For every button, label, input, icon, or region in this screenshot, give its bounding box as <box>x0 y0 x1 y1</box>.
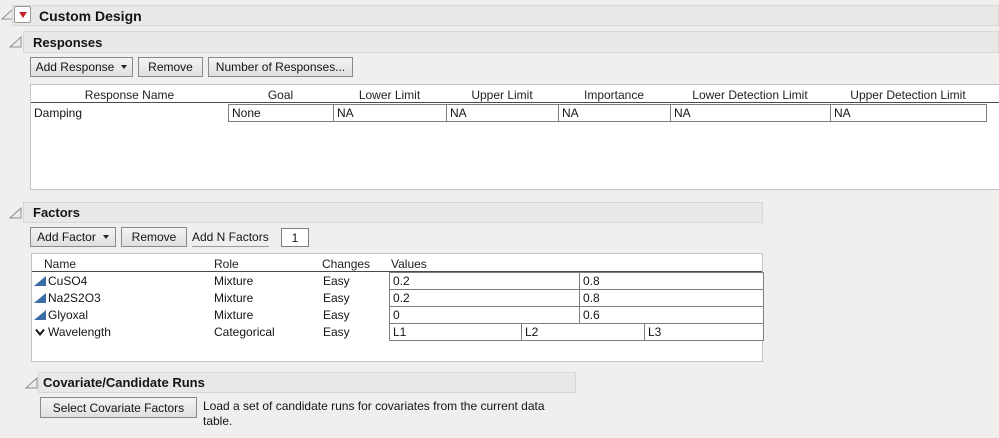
add-n-factors-input[interactable]: 1 <box>281 228 309 247</box>
factors-header-bar: Factors <box>23 202 763 223</box>
goal-cell[interactable]: None <box>228 104 334 122</box>
categorical-factor-icon <box>34 327 46 337</box>
continuous-factor-icon <box>34 310 46 320</box>
factor-value-cell[interactable]: 0.6 <box>579 306 764 324</box>
factor-changes[interactable]: Easy <box>323 308 350 322</box>
upper-limit-cell[interactable]: NA <box>446 104 559 122</box>
responses-header-bar: Responses <box>23 31 999 53</box>
remove-factor-button[interactable]: Remove <box>121 227 187 247</box>
add-response-label: Add Response <box>36 60 115 74</box>
factor-role[interactable]: Mixture <box>214 308 253 322</box>
col-header-changes: Changes <box>322 257 370 271</box>
factor-role[interactable]: Categorical <box>214 325 275 339</box>
number-of-responses-label: Number of Responses... <box>216 60 345 74</box>
lower-detection-limit-cell[interactable]: NA <box>670 104 831 122</box>
factors-table: Name Role Changes Values CuSO4 Mixture E… <box>31 253 763 362</box>
covariate-title: Covariate/Candidate Runs <box>43 375 205 390</box>
factor-name[interactable]: Na2S2O3 <box>48 291 101 305</box>
factor-value-cell[interactable]: 0.2 <box>389 289 580 307</box>
col-header-lower-limit: Lower Limit <box>333 88 446 102</box>
responses-title: Responses <box>33 35 102 50</box>
disclosure-triangle-icon[interactable] <box>9 36 22 48</box>
factor-value-cell[interactable]: 0.2 <box>389 272 580 290</box>
factor-changes[interactable]: Easy <box>323 274 350 288</box>
factor-changes[interactable]: Easy <box>323 325 350 339</box>
remove-response-label: Remove <box>148 60 193 74</box>
covariate-header-bar: Covariate/Candidate Runs <box>38 372 576 393</box>
dropdown-arrow-icon <box>103 235 109 239</box>
header-divider <box>31 102 999 103</box>
add-factor-button[interactable]: Add Factor <box>30 227 116 247</box>
red-triangle-menu-icon <box>19 12 27 18</box>
page-title: Custom Design <box>39 8 142 24</box>
number-of-responses-button[interactable]: Number of Responses... <box>208 57 353 77</box>
factor-changes[interactable]: Easy <box>323 291 350 305</box>
factors-title: Factors <box>33 205 80 220</box>
col-header-values: Values <box>391 257 427 271</box>
col-header-name: Name <box>44 257 76 271</box>
factor-value-cell[interactable]: 0.8 <box>579 272 764 290</box>
disclosure-triangle-icon[interactable] <box>9 207 22 219</box>
col-header-upper-detection-limit: Upper Detection Limit <box>830 88 986 102</box>
factor-value-cell[interactable]: L3 <box>644 323 764 341</box>
select-covariate-factors-button[interactable]: Select Covariate Factors <box>40 397 197 418</box>
factor-value-cell[interactable]: L2 <box>521 323 645 341</box>
factor-value-cell[interactable]: 0.8 <box>579 289 764 307</box>
remove-response-button[interactable]: Remove <box>138 57 203 77</box>
factor-role[interactable]: Mixture <box>214 274 253 288</box>
factor-name[interactable]: CuSO4 <box>48 274 87 288</box>
custom-design-header-bar: Custom Design <box>12 5 999 26</box>
add-response-button[interactable]: Add Response <box>30 57 133 77</box>
remove-factor-label: Remove <box>132 230 177 244</box>
col-header-goal: Goal <box>228 88 333 102</box>
col-header-importance: Importance <box>558 88 670 102</box>
responses-table: Response Name Goal Lower Limit Upper Lim… <box>30 84 999 190</box>
upper-detection-limit-cell[interactable]: NA <box>830 104 987 122</box>
col-header-upper-limit: Upper Limit <box>446 88 558 102</box>
factor-value-cell[interactable]: L1 <box>389 323 522 341</box>
factor-name[interactable]: Glyoxal <box>48 308 88 322</box>
factor-value-cell[interactable]: 0 <box>389 306 580 324</box>
covariate-description-line2: table. <box>203 414 232 428</box>
select-covariate-factors-label: Select Covariate Factors <box>53 401 184 415</box>
covariate-description-line1: Load a set of candidate runs for covaria… <box>203 399 545 413</box>
factor-role[interactable]: Mixture <box>214 291 253 305</box>
continuous-factor-icon <box>34 293 46 303</box>
col-header-response-name: Response Name <box>31 88 228 102</box>
continuous-factor-icon <box>34 276 46 286</box>
col-header-lower-detection-limit: Lower Detection Limit <box>670 88 830 102</box>
add-factor-label: Add Factor <box>37 230 96 244</box>
col-header-role: Role <box>214 257 239 271</box>
red-triangle-menu-button[interactable] <box>14 6 31 23</box>
custom-design-window: Custom Design Responses Add Response Rem… <box>0 0 999 438</box>
response-name-cell[interactable]: Damping <box>34 106 82 120</box>
importance-cell[interactable]: NA <box>558 104 671 122</box>
dropdown-arrow-icon <box>121 65 127 69</box>
disclosure-triangle-icon[interactable] <box>25 377 38 389</box>
lower-limit-cell[interactable]: NA <box>333 104 447 122</box>
factor-name[interactable]: Wavelength <box>48 325 111 339</box>
add-n-factors-label: Add N Factors <box>192 229 269 247</box>
